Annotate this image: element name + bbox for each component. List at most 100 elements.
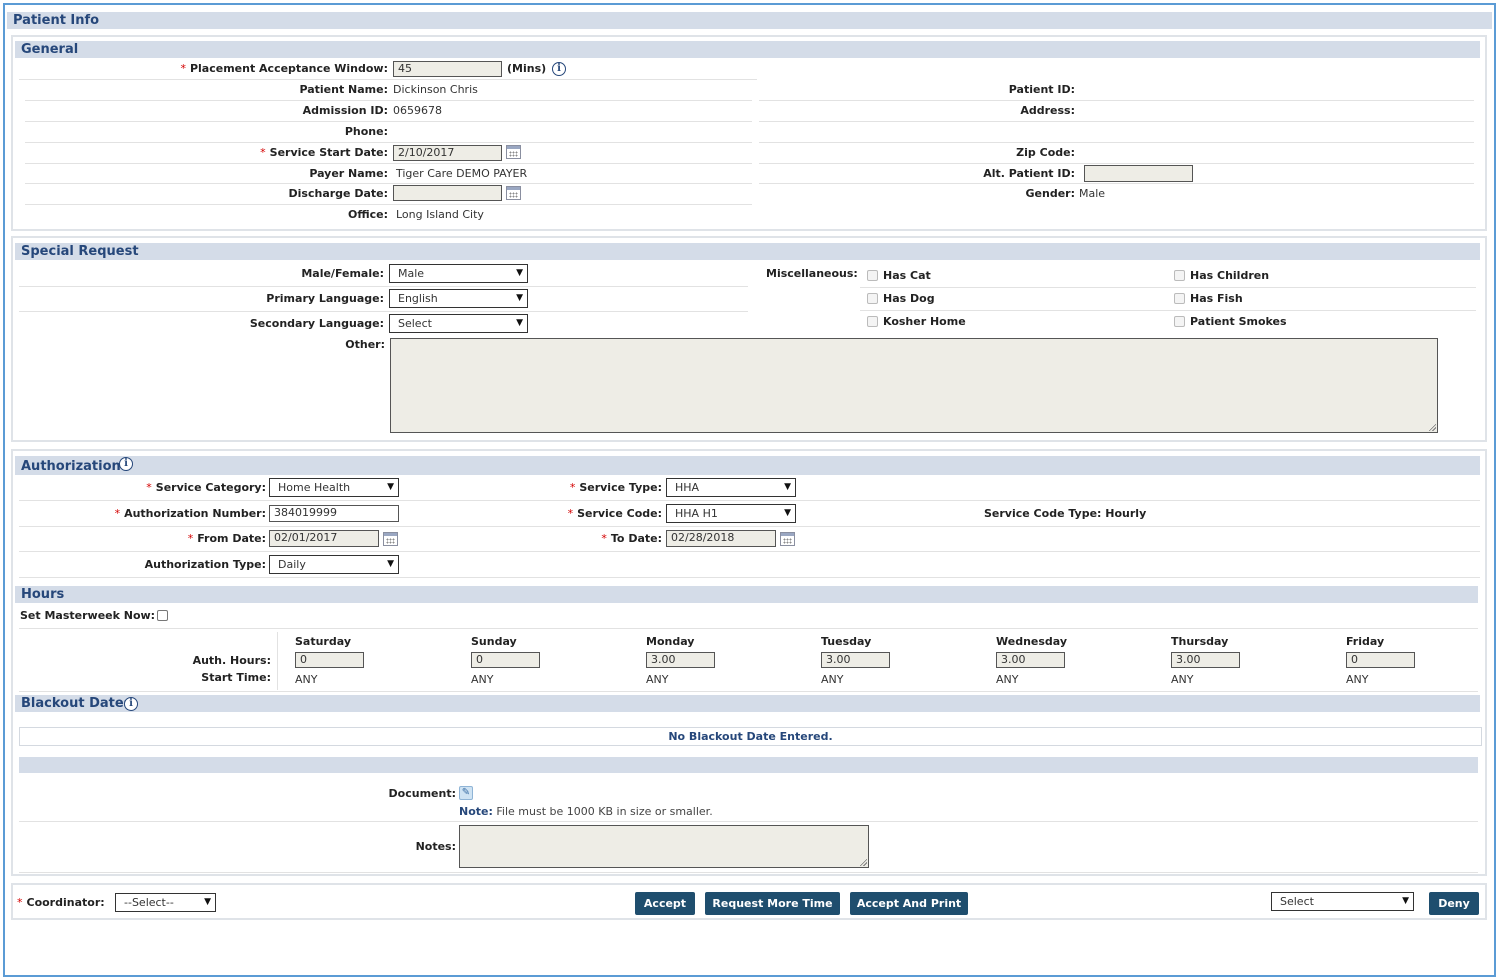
authorization-type-select[interactable]: Daily <box>269 555 399 574</box>
resize-handle[interactable] <box>1428 423 1436 431</box>
divider <box>19 872 1478 873</box>
required-marker: * <box>114 507 121 520</box>
set-masterweek-label: Set Masterweek Now: <box>20 609 156 622</box>
from-date-input[interactable]: 02/01/2017 <box>269 530 379 547</box>
saturday-start-time: ANY <box>295 673 318 686</box>
day-saturday-label: Saturday <box>295 635 351 648</box>
divider <box>759 183 1474 184</box>
divider <box>19 577 1480 578</box>
male-female-select[interactable]: Male <box>389 264 528 283</box>
other-textarea[interactable] <box>390 338 1438 433</box>
patient-info-title: Patient Info <box>13 13 100 28</box>
monday-start-time: ANY <box>646 673 669 686</box>
service-category-label: * Service Category: <box>146 481 266 494</box>
miscellaneous-label: Miscellaneous: <box>766 267 858 280</box>
info-icon[interactable]: i <box>124 697 138 711</box>
accept-button[interactable]: Accept <box>635 892 695 915</box>
service-start-input[interactable]: 2/10/2017 <box>393 145 502 161</box>
payer-name-value: Tiger Care DEMO PAYER <box>396 167 528 180</box>
calendar-icon[interactable] <box>383 532 398 546</box>
deny-button[interactable]: Deny <box>1429 892 1479 915</box>
wednesday-start-time: ANY <box>996 673 1019 686</box>
day-sunday-label: Sunday <box>471 635 517 648</box>
gender-value: Male <box>1079 187 1106 200</box>
from-date-label: * From Date: <box>187 532 266 545</box>
admission-id-value: 0659678 <box>393 104 442 117</box>
friday-hours-input[interactable]: 0 <box>1346 652 1415 668</box>
discharge-date-input[interactable] <box>393 185 502 201</box>
has-fish-checkbox[interactable] <box>1174 293 1185 304</box>
day-wednesday-label: Wednesday <box>996 635 1068 648</box>
service-type-label: * Service Type: <box>569 481 662 494</box>
notes-textarea[interactable] <box>459 825 869 868</box>
discharge-date-label: Discharge Date: <box>288 187 388 200</box>
required-marker: * <box>260 146 266 159</box>
to-date-input[interactable]: 02/28/2018 <box>666 530 776 547</box>
accept-and-print-button[interactable]: Accept And Print <box>850 892 968 915</box>
secondary-language-select[interactable]: Select <box>389 314 528 333</box>
patient-name-label: Patient Name: <box>299 83 388 96</box>
calendar-icon[interactable] <box>506 186 521 200</box>
payer-name-label: Payer Name: <box>309 167 388 180</box>
has-dog-label: Has Dog <box>883 292 935 305</box>
service-code-select[interactable]: HHA H1 <box>666 504 796 523</box>
set-masterweek-checkbox[interactable] <box>157 610 168 621</box>
blackout-empty-message: No Blackout Date Entered. <box>19 727 1482 746</box>
day-friday-label: Friday <box>1346 635 1385 648</box>
notes-label: Notes: <box>415 840 456 853</box>
patient-smokes-label: Patient Smokes <box>1190 315 1287 328</box>
deny-reason-select[interactable]: Select <box>1271 892 1414 911</box>
has-cat-checkbox[interactable] <box>867 270 878 281</box>
required-marker: * <box>146 481 152 494</box>
saturday-hours-input[interactable]: 0 <box>295 652 364 668</box>
auth-hours-label: Auth. Hours: <box>192 654 271 667</box>
coordinator-select[interactable]: --Select-- <box>115 893 216 912</box>
placement-window-input[interactable]: 45 <box>393 61 502 77</box>
info-icon[interactable]: i <box>552 62 566 76</box>
authorization-number-input[interactable]: 384019999 <box>269 505 399 522</box>
has-fish-label: Has Fish <box>1190 292 1243 305</box>
service-category-select[interactable]: Home Health <box>269 478 399 497</box>
day-tuesday-label: Tuesday <box>821 635 872 648</box>
divider <box>25 121 752 122</box>
kosher-home-checkbox[interactable] <box>867 316 878 327</box>
tuesday-start-time: ANY <box>821 673 844 686</box>
divider <box>19 79 757 80</box>
address-label: Address: <box>1020 104 1075 117</box>
monday-hours-input[interactable]: 3.00 <box>646 652 715 668</box>
calendar-icon[interactable] <box>506 145 521 159</box>
day-thursday-label: Thursday <box>1171 635 1229 648</box>
special-request-header: Special Request <box>15 243 1480 260</box>
other-label: Other: <box>345 338 385 351</box>
has-children-checkbox[interactable] <box>1174 270 1185 281</box>
attachment-icon[interactable]: ✎ <box>459 786 473 800</box>
primary-language-select[interactable]: English <box>389 289 528 308</box>
divider <box>25 204 752 205</box>
tuesday-hours-input[interactable]: 3.00 <box>821 652 890 668</box>
calendar-icon[interactable] <box>780 532 795 546</box>
hours-title: Hours <box>21 587 65 602</box>
required-marker: * <box>17 896 23 909</box>
has-dog-checkbox[interactable] <box>867 293 878 304</box>
day-monday-label: Monday <box>646 635 695 648</box>
divider <box>759 121 1474 122</box>
section-bar <box>19 757 1478 773</box>
request-more-time-button[interactable]: Request More Time <box>705 892 840 915</box>
service-type-select[interactable]: HHA <box>666 478 796 497</box>
wednesday-hours-input[interactable]: 3.00 <box>996 652 1065 668</box>
required-marker: * <box>187 532 194 545</box>
secondary-language-label: Secondary Language: <box>249 317 384 330</box>
info-icon[interactable]: i <box>119 457 133 471</box>
alt-patient-id-input[interactable] <box>1084 165 1193 182</box>
resize-handle[interactable] <box>859 858 867 866</box>
divider <box>25 183 752 184</box>
patient-smokes-checkbox[interactable] <box>1174 316 1185 327</box>
has-children-label: Has Children <box>1190 269 1270 282</box>
general-title: General <box>21 42 79 57</box>
friday-start-time: ANY <box>1346 673 1369 686</box>
sunday-hours-input[interactable]: 0 <box>471 652 540 668</box>
primary-language-label: Primary Language: <box>266 292 384 305</box>
start-time-label: Start Time: <box>201 671 271 684</box>
authorization-title: Authorization <box>21 459 121 474</box>
thursday-hours-input[interactable]: 3.00 <box>1171 652 1240 668</box>
